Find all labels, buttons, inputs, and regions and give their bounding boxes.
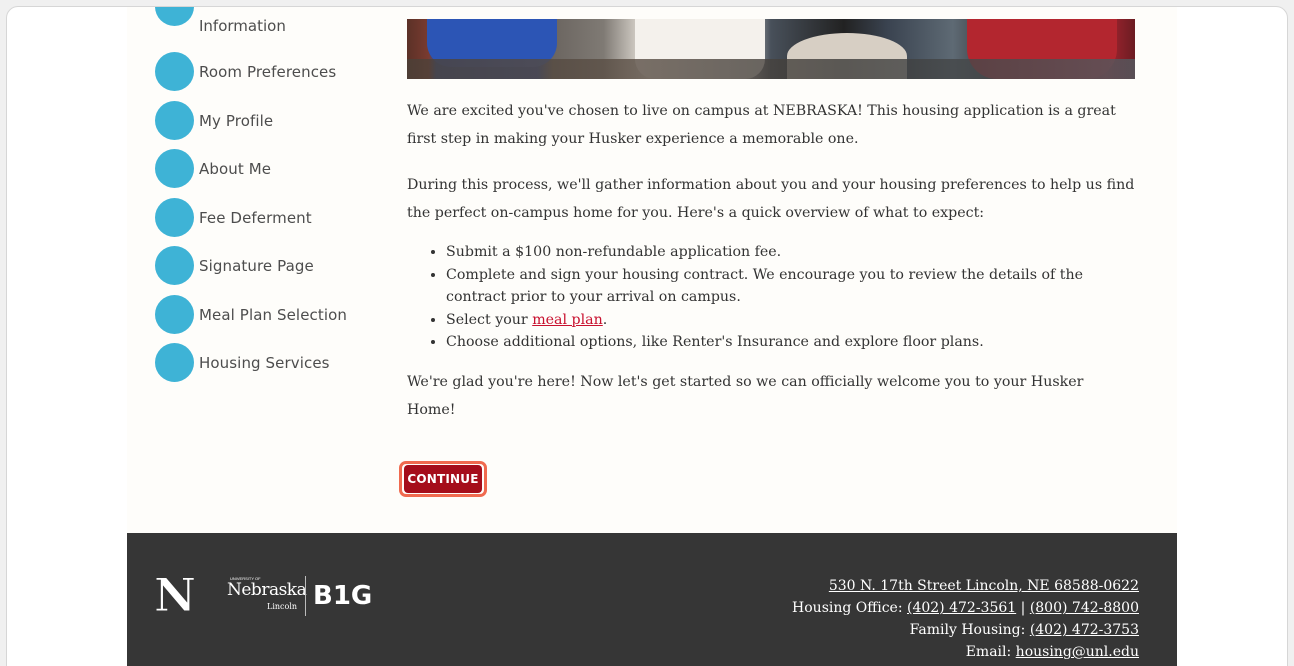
address-link[interactable]: 530 N. 17th Street Lincoln, NE 68588-062… — [829, 578, 1139, 594]
expectations-list: Submit a $100 non-refundable application… — [446, 241, 1135, 354]
closing-paragraph: We're glad you're here! Now let's get st… — [407, 373, 1084, 418]
step-label: Fee Deferment — [199, 208, 312, 227]
nebraska-n-logo[interactable]: N — [152, 571, 198, 617]
step-room-preferences[interactable]: Room Preferences — [155, 52, 336, 91]
hero-photo — [407, 19, 1135, 79]
family-housing-phone-link[interactable]: (402) 472-3753 — [1030, 622, 1139, 638]
step-fee-deferment[interactable]: Fee Deferment — [155, 198, 312, 237]
list-item-text: Select your — [446, 311, 533, 328]
step-marker — [155, 198, 194, 237]
housing-office-tollfree-link[interactable]: (800) 742-8800 — [1030, 600, 1139, 616]
step-marker — [155, 52, 194, 91]
intro-paragraph: We are excited you've chosen to live on … — [407, 103, 1116, 147]
family-housing-label: Family Housing: — [909, 622, 1030, 638]
step-my-profile[interactable]: My Profile — [155, 101, 273, 140]
step-label: Signature Page — [199, 256, 314, 275]
step-marker — [155, 295, 194, 334]
housing-office-phone-link[interactable]: (402) 472-3561 — [907, 600, 1016, 616]
list-item-text: . — [602, 311, 608, 328]
step-label: Meal Plan Selection — [199, 305, 348, 324]
nebraska-wordmark[interactable]: Nebraska — [227, 580, 307, 600]
footer-address-line: 530 N. 17th Street Lincoln, NE 68588-062… — [792, 575, 1139, 597]
step-marker — [155, 101, 194, 140]
overview-paragraph: During this process, we'll gather inform… — [407, 177, 1135, 221]
step-signature-page[interactable]: Signature Page — [155, 246, 314, 285]
phone-separator: | — [1016, 600, 1030, 616]
step-label: Housing Services — [199, 353, 330, 372]
step-marker — [155, 246, 194, 285]
step-about-me[interactable]: About Me — [155, 149, 271, 188]
family-housing-line: Family Housing: (402) 472-3753 — [792, 619, 1139, 641]
big-ten-logo[interactable]: B1G — [313, 581, 372, 611]
step-marker — [155, 343, 194, 382]
svg-text:N: N — [154, 571, 196, 617]
list-item: Choose additional options, like Renter's… — [446, 331, 1135, 354]
step-label: Room Preferences — [199, 62, 337, 81]
site-footer: N UNIVERSITY OF Nebraska Lincoln B1G 530… — [127, 533, 1177, 666]
email-link[interactable]: housing@unl.edu — [1016, 644, 1139, 660]
housing-office-line: Housing Office: (402) 472-3561 | (800) 7… — [792, 597, 1139, 619]
logo-divider — [305, 576, 306, 616]
email-label: Email: — [965, 644, 1016, 660]
hero-floor — [407, 59, 1135, 79]
step-label-information[interactable]: Information — [199, 17, 286, 35]
step-housing-services[interactable]: Housing Services — [155, 343, 330, 382]
lincoln-wordmark: Lincoln — [267, 602, 298, 611]
meal-plan-link[interactable]: meal plan — [532, 312, 603, 328]
list-item: Select your meal plan. — [446, 309, 1135, 332]
email-line: Email: housing@unl.edu — [792, 641, 1139, 663]
browser-frame: Information Room Preferences My Profile … — [6, 6, 1288, 666]
step-marker — [155, 149, 194, 188]
continue-button-focus-ring: CONTINUE — [399, 461, 487, 497]
step-meal-plan-selection[interactable]: Meal Plan Selection — [155, 295, 347, 334]
list-item: Complete and sign your housing contract.… — [446, 264, 1135, 309]
step-label: About Me — [199, 159, 272, 178]
continue-button[interactable]: CONTINUE — [404, 465, 482, 493]
step-label: My Profile — [199, 111, 274, 130]
welcome-content: We are excited you've chosen to live on … — [407, 97, 1135, 442]
page-container: Information Room Preferences My Profile … — [127, 7, 1177, 666]
step-marker-information — [155, 7, 194, 26]
housing-office-label: Housing Office: — [792, 600, 907, 616]
list-item: Submit a $100 non-refundable application… — [446, 241, 1135, 264]
footer-contact: 530 N. 17th Street Lincoln, NE 68588-062… — [792, 575, 1139, 663]
